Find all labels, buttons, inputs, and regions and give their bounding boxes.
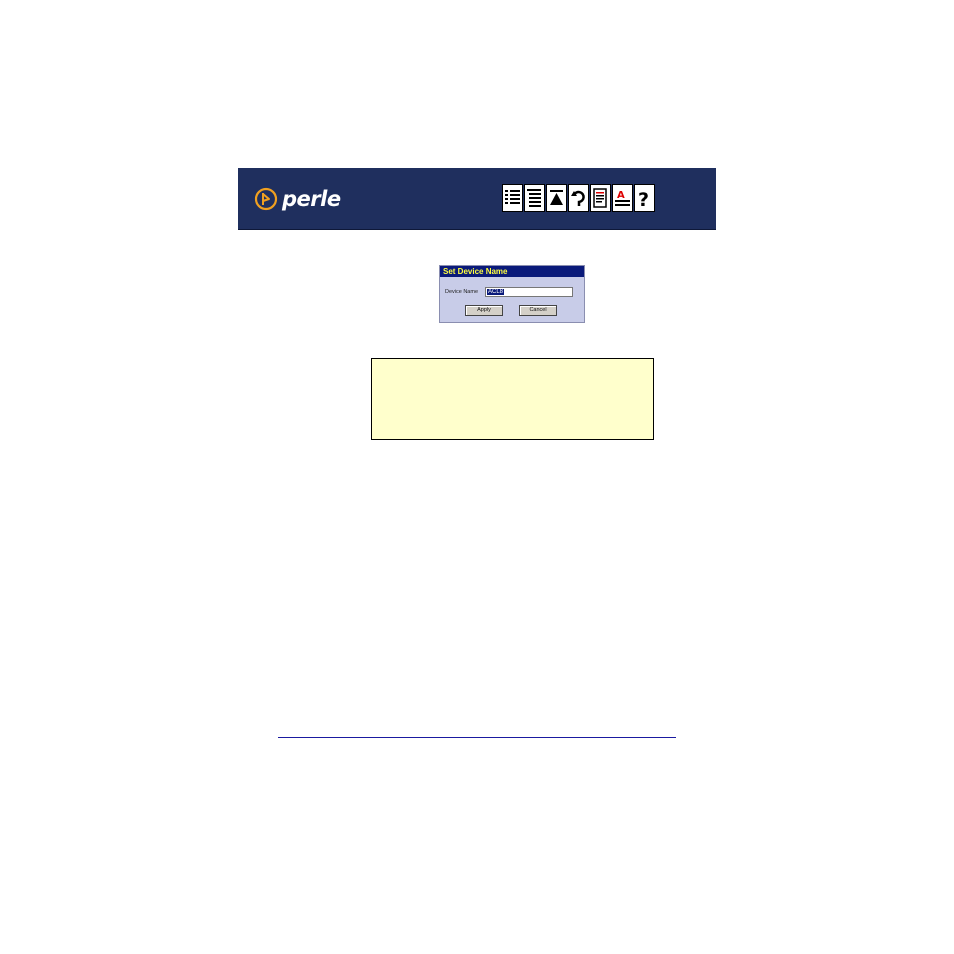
perle-logo-icon (254, 187, 278, 211)
note-box (371, 358, 654, 440)
device-name-row: Device Name ACL8 (445, 287, 573, 297)
set-device-name-dialog: Set Device Name Device Name ACL8 Apply C… (439, 265, 585, 323)
text-format-icon[interactable]: A (612, 184, 633, 212)
up-arrow-icon[interactable] (546, 184, 567, 212)
index-list-icon[interactable] (524, 184, 545, 212)
svg-text:?: ? (638, 189, 649, 209)
nav-toolbar: A ? (502, 184, 655, 212)
perle-logo[interactable]: perle (254, 184, 341, 214)
dialog-title: Set Device Name (440, 266, 584, 277)
cancel-button[interactable]: Cancel (519, 305, 557, 316)
device-name-input[interactable]: ACL8 (485, 287, 573, 297)
contents-list-icon[interactable] (502, 184, 523, 212)
device-name-value: ACL8 (487, 289, 505, 295)
apply-button[interactable]: Apply (465, 305, 503, 316)
back-arrow-icon[interactable] (568, 184, 589, 212)
document-icon[interactable] (590, 184, 611, 212)
help-question-icon[interactable]: ? (634, 184, 655, 212)
svg-text:A: A (617, 190, 625, 201)
logo-text: perle (282, 187, 341, 211)
footer-divider (278, 737, 676, 738)
header-banner: perle A ? (238, 168, 716, 230)
device-name-label: Device Name (445, 289, 479, 295)
page: perle A ? Set Device Name Device Name AC… (0, 0, 954, 954)
